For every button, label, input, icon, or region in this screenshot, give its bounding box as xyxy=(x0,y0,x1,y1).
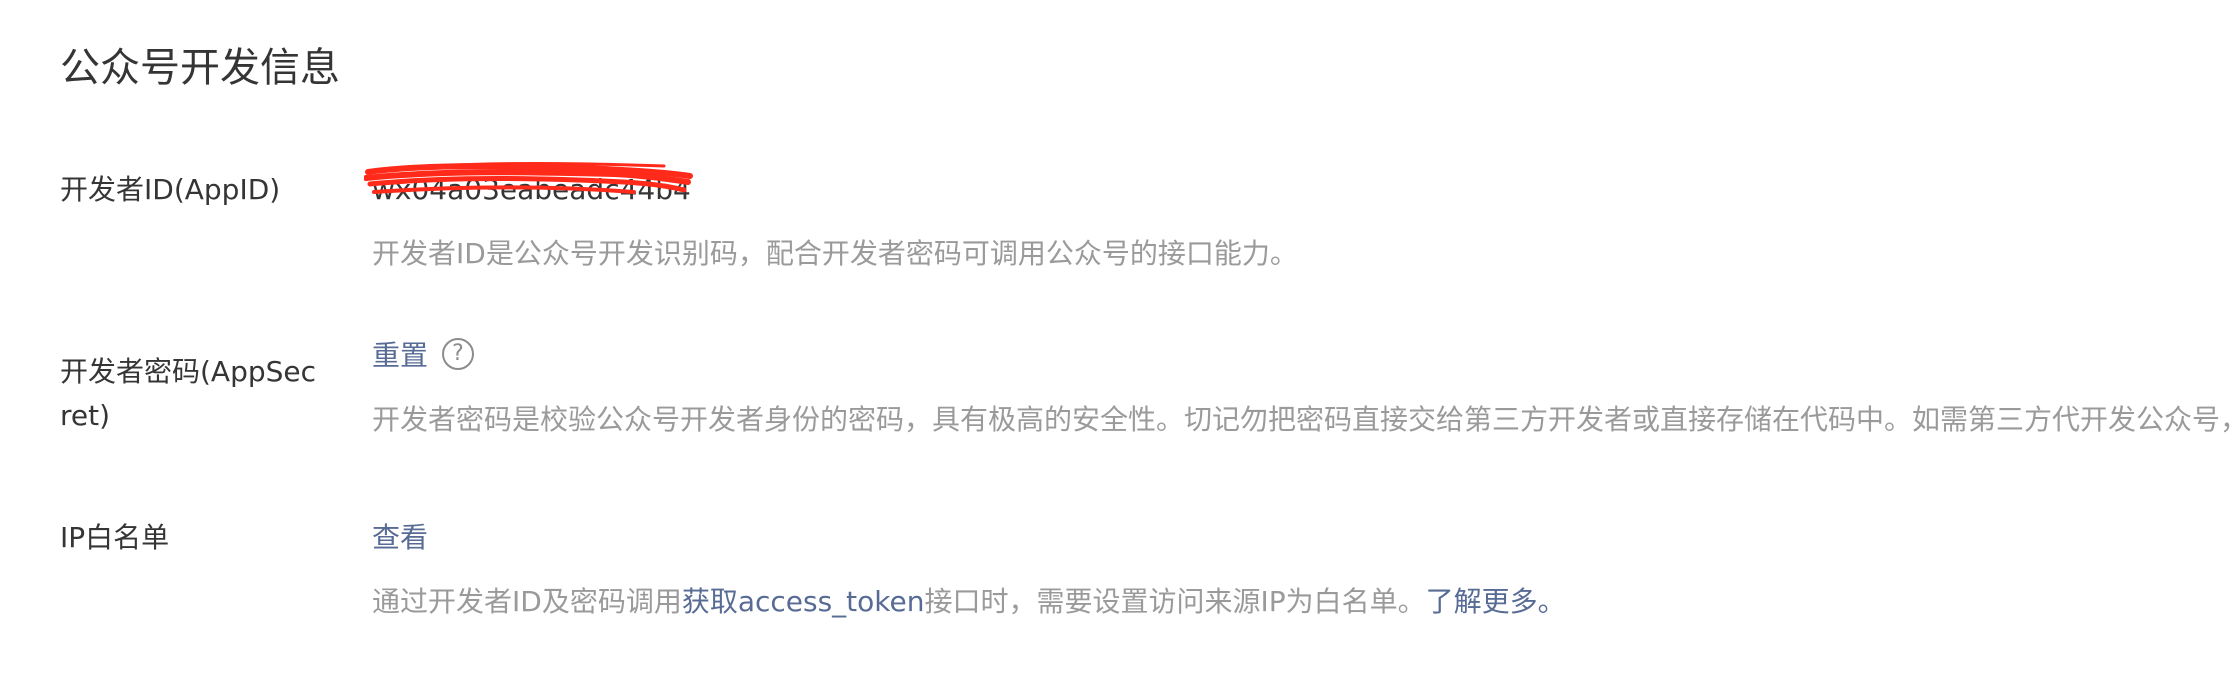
appsecret-description: 开发者密码是校验公众号开发者身份的密码，具有极高的安全性。切记勿把密码直接交给第… xyxy=(372,403,2236,436)
appsecret-actions: 重置? xyxy=(372,334,475,378)
appsecret-label: 开发者密码(AppSecret) xyxy=(60,355,317,432)
learn-more-link[interactable]: 了解更多。 xyxy=(1426,585,1566,618)
ip-whitelist-description: 通过开发者ID及密码调用获取access_token接口时，需要设置访问来源IP… xyxy=(372,580,1566,624)
ip-whitelist-actions: 查看 xyxy=(372,516,428,560)
ip-whitelist-label: IP白名单 xyxy=(60,521,170,554)
page-title: 公众号开发信息 xyxy=(60,45,340,91)
appid-value-container: wx04a03eabeadc44b4 xyxy=(364,162,693,212)
view-ip-whitelist-link[interactable]: 查看 xyxy=(372,521,428,554)
appid-value[interactable]: wx04a03eabeadc44b4 xyxy=(364,162,693,212)
ip-desc-prefix: 通过开发者ID及密码调用 xyxy=(372,585,682,618)
appid-description: 开发者ID是公众号开发识别码，配合开发者密码可调用公众号的接口能力。 xyxy=(372,237,1298,270)
appid-value-text: wx04a03eabeadc44b4 xyxy=(372,173,691,206)
access-token-link[interactable]: 获取access_token xyxy=(682,585,925,618)
ip-desc-middle: 接口时，需要设置访问来源IP为白名单。 xyxy=(924,585,1426,618)
question-circle-icon[interactable]: ? xyxy=(442,338,475,370)
reset-secret-link[interactable]: 重置 xyxy=(372,339,428,372)
appid-label: 开发者ID(AppID) xyxy=(60,173,281,206)
